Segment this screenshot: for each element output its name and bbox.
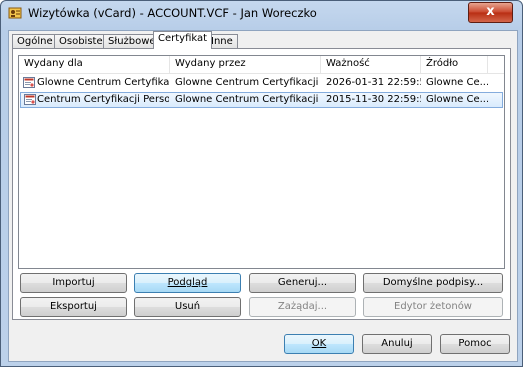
vcard-app-icon [8, 7, 22, 19]
close-icon: x [486, 4, 495, 19]
tab-personal[interactable]: Osobiste [54, 34, 108, 48]
cell-source: Glowne Ce... [426, 94, 488, 105]
tab-label: Inne [211, 36, 233, 47]
preview-button-label: Podgląd [167, 277, 208, 288]
cell-validity: 2015-11-30 22:59:59 [326, 94, 421, 105]
cell-issued-to: Centrum Certyfikacji Person... [37, 94, 169, 105]
window-title: Wizytówka (vCard) - ACCOUNT.VCF - Jan Wo… [28, 6, 317, 20]
tab-certificate[interactable]: Certyfikat [153, 31, 213, 49]
dialog-window: Wizytówka (vCard) - ACCOUNT.VCF - Jan Wo… [0, 0, 523, 367]
cell-issued-by: Glowne Centrum Certyfikacji [175, 94, 319, 105]
list-header: Wydany dla Wydany przez Ważność Źródło [19, 56, 504, 74]
import-button-label: Importuj [52, 277, 95, 288]
cell-source: Glowne Ce... [426, 77, 488, 88]
token-editor-button[interactable]: Edytor żetonów [363, 297, 503, 317]
dialog-client-area: Ogólne Osobiste Służbowe Certyfikat Inne… [8, 30, 518, 362]
table-row[interactable]: Glowne Centrum Certyfikacji Glowne Centr… [20, 75, 503, 91]
cell-validity: 2026-01-31 22:59:59 [326, 77, 421, 88]
ok-button[interactable]: OK [284, 334, 354, 354]
default-signatures-button[interactable]: Domyślne podpisy... [363, 273, 503, 293]
ok-button-label: OK [311, 338, 327, 349]
column-header-issued-to[interactable]: Wydany dla [19, 56, 170, 73]
request-button[interactable]: Zażądaj... [249, 297, 356, 317]
tab-label: Certyfikat [158, 33, 208, 44]
help-button[interactable]: Pomoc [440, 334, 510, 354]
token-editor-button-label: Edytor żetonów [394, 301, 472, 312]
column-header-source[interactable]: Źródło [421, 56, 488, 73]
certificate-list[interactable]: Wydany dla Wydany przez Ważność Źródło G… [18, 55, 505, 269]
generate-button-label: Generuj... [277, 277, 328, 288]
import-button[interactable]: Importuj [20, 273, 127, 293]
tab-label: Ogólne [17, 36, 53, 47]
default-signatures-button-label: Domyślne podpisy... [382, 277, 484, 288]
table-row-selected[interactable]: Centrum Certyfikacji Person... Glowne Ce… [20, 92, 503, 108]
export-button-label: Eksportuj [50, 301, 97, 312]
title-bar[interactable]: Wizytówka (vCard) - ACCOUNT.VCF - Jan Wo… [1, 1, 522, 25]
help-button-label: Pomoc [458, 338, 492, 349]
generate-button[interactable]: Generuj... [249, 273, 356, 293]
tab-general[interactable]: Ogólne [12, 34, 58, 48]
cancel-button[interactable]: Anuluj [362, 334, 432, 354]
export-button[interactable]: Eksportuj [20, 297, 127, 317]
preview-button[interactable]: Podgląd [134, 273, 241, 293]
certificate-panel: Wydany dla Wydany przez Ważność Źródło G… [12, 48, 511, 320]
tab-label: Osobiste [59, 36, 103, 47]
cell-issued-to: Glowne Centrum Certyfikacji [37, 77, 169, 88]
column-header-validity[interactable]: Ważność [321, 56, 421, 73]
cancel-button-label: Anuluj [381, 338, 413, 349]
certificate-icon [24, 94, 36, 105]
cell-issued-by: Glowne Centrum Certyfikacji [175, 77, 319, 88]
certificate-icon [23, 77, 35, 88]
request-button-label: Zażądaj... [277, 301, 328, 312]
remove-button-label: Usuń [174, 301, 201, 312]
remove-button[interactable]: Usuń [134, 297, 241, 317]
tab-label: Służbowe [108, 36, 156, 47]
column-header-issued-by[interactable]: Wydany przez [170, 56, 321, 73]
tab-business[interactable]: Służbowe [103, 34, 161, 48]
close-button[interactable]: x [468, 2, 513, 23]
